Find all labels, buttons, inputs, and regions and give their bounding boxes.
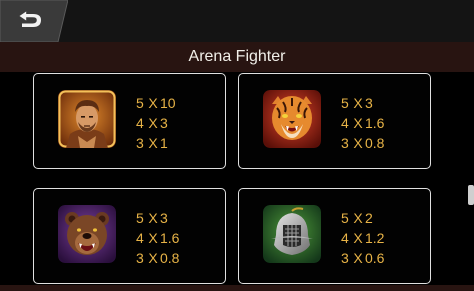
back-button[interactable] (0, 0, 68, 42)
tiger-symbol-icon (263, 90, 321, 148)
symbol-count: 4 (136, 230, 144, 246)
symbol-count: 4 (341, 115, 349, 131)
multiplier-value: 1 (160, 135, 168, 151)
payout-row: 3X1 (136, 133, 216, 153)
multiplier-value: 1.6 (365, 115, 385, 131)
multiplier-value: 1.6 (160, 230, 180, 246)
payout-row: 5X3 (136, 208, 216, 228)
times-sign: X (353, 230, 363, 246)
multiplier-value: 2 (365, 210, 373, 226)
helmet-symbol-icon (263, 205, 321, 263)
payout-row: 4 X 1.2 (341, 228, 421, 248)
multiplier-value: 0.8 (160, 250, 180, 266)
payout-row: 3 X 0.8 (341, 133, 421, 153)
paytable-card-helmet: 5X2 4 X 1.2 3 X 0.6 (238, 188, 431, 284)
times-sign: X (148, 230, 158, 246)
payout-list: 5X3 4 X 1.6 3 X 0.8 (341, 93, 421, 153)
paytable-card-gladiator: 5 X 10 4X3 3X1 (33, 73, 226, 169)
payout-row: 4 X 1.6 (341, 113, 421, 133)
payout-list: 5X2 4 X 1.2 3 X 0.6 (341, 208, 421, 268)
page-title: Arena Fighter (188, 48, 286, 65)
times-sign: X (148, 115, 158, 131)
multiplier-value: 3 (365, 95, 373, 111)
symbol-count: 4 (136, 115, 144, 131)
symbol-count: 5 (341, 210, 349, 226)
payout-row: 5X2 (341, 208, 421, 228)
times-sign: X (353, 95, 363, 111)
payout-row: 3 X 0.6 (341, 248, 421, 268)
symbol-count: 3 (136, 250, 144, 266)
gladiator-symbol-icon (58, 90, 116, 148)
times-sign: X (353, 250, 363, 266)
symbol-count: 5 (136, 210, 144, 226)
multiplier-value: 0.6 (365, 250, 385, 266)
times-sign: X (148, 210, 158, 226)
payout-row: 3 X 0.8 (136, 248, 216, 268)
payout-row: 5 X 10 (136, 93, 216, 113)
symbol-count: 4 (341, 230, 349, 246)
payout-row: 4 X 1.6 (136, 228, 216, 248)
symbol-count: 5 (341, 95, 349, 111)
scrollbar-thumb[interactable] (468, 185, 474, 205)
bottom-strip (0, 285, 474, 291)
top-bar (0, 0, 474, 42)
payout-row: 4X3 (136, 113, 216, 133)
multiplier-value: 3 (160, 210, 168, 226)
paytable-card-bear: 5X3 4 X 1.6 3 X 0.8 (33, 188, 226, 284)
back-arrow-icon (0, 0, 68, 42)
symbol-count: 3 (136, 135, 144, 151)
times-sign: X (148, 250, 158, 266)
times-sign: X (148, 135, 158, 151)
multiplier-value: 10 (160, 95, 176, 111)
bear-symbol-icon (58, 205, 116, 263)
multiplier-value: 1.2 (365, 230, 385, 246)
payout-list: 5 X 10 4X3 3X1 (136, 93, 216, 153)
paytable-screen: Arena Fighter 5 X 10 4 X 3 3 X 1 5 X 3 4… (0, 0, 474, 291)
paytable-card-tiger: 5X3 4 X 1.6 3 X 0.8 (238, 73, 431, 169)
times-sign: X (148, 95, 158, 111)
multiplier-value: 0.8 (365, 135, 385, 151)
times-sign: X (353, 115, 363, 131)
symbol-count: 3 (341, 135, 349, 151)
times-sign: X (353, 210, 363, 226)
symbol-count: 5 (136, 95, 144, 111)
symbol-count: 3 (341, 250, 349, 266)
payout-list: 5X3 4 X 1.6 3 X 0.8 (136, 208, 216, 268)
times-sign: X (353, 135, 363, 151)
payout-row: 5X3 (341, 93, 421, 113)
multiplier-value: 3 (160, 115, 168, 131)
